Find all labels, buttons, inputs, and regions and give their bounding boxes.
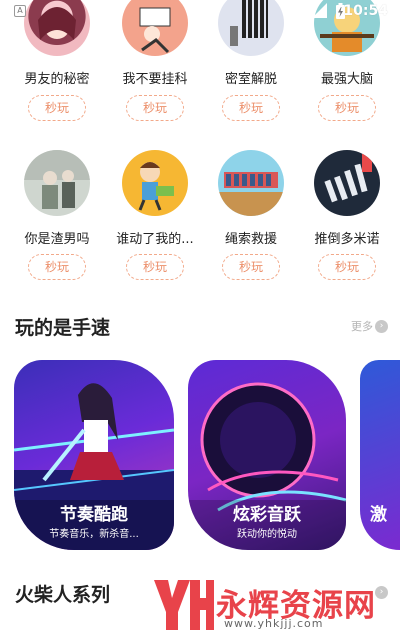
watermark-logo (154, 580, 214, 630)
game-thumbnail[interactable] (218, 150, 284, 216)
signal-icon (312, 3, 327, 18)
wifi-icon (288, 4, 306, 17)
status-bar: A 10:54 (0, 0, 400, 22)
instant-play-button[interactable]: 秒玩 (28, 254, 86, 280)
card-title: 节奏酷跑 (60, 505, 128, 525)
game-name: 我不要挂科 (122, 72, 188, 87)
game-thumbnail[interactable] (122, 150, 188, 216)
feature-card[interactable]: 节奏酷跑 节奏音乐，新杀音... (14, 360, 174, 550)
more-link[interactable]: › (375, 586, 388, 599)
instant-play-button[interactable]: 秒玩 (126, 254, 184, 280)
chevron-right-icon: › (375, 319, 388, 333)
instant-play-button[interactable]: 秒玩 (28, 95, 86, 121)
section-title-stickman: 火柴人系列 (15, 584, 111, 606)
instant-play-button[interactable]: 秒玩 (318, 254, 376, 280)
game-name: 密室解脱 (224, 72, 277, 87)
game-name: 男友的秘密 (24, 72, 90, 87)
game-item[interactable]: 你是渣男吗 秒玩 (14, 150, 108, 280)
section-title-speed: 玩的是手速 (15, 317, 111, 339)
game-name: 最强大脑 (320, 72, 373, 87)
card-subtitle: 节奏音乐，新杀音... (49, 529, 139, 540)
game-name: 推倒多米诺 (314, 232, 380, 247)
game-name: 你是渣男吗 (24, 232, 90, 247)
game-row-2: 你是渣男吗 秒玩 谁动了我的... 秒玩 绳索救援 秒玩 推倒多米诺 秒玩 (0, 150, 400, 280)
game-thumbnail[interactable] (314, 150, 380, 216)
more-label: 更多 (351, 320, 373, 333)
game-name: 谁动了我的... (116, 232, 194, 247)
clock: 10:54 (343, 3, 388, 19)
card-subtitle: 跃动你的悦动 (237, 529, 297, 540)
instant-play-button[interactable]: 秒玩 (222, 95, 280, 121)
watermark-url: www.yhkjjj.com (224, 617, 324, 630)
game-name: 绳索救援 (224, 232, 277, 247)
game-item[interactable]: 谁动了我的... 秒玩 (112, 150, 206, 280)
instant-play-button[interactable]: 秒玩 (318, 95, 376, 121)
instant-play-button[interactable]: 秒玩 (222, 254, 280, 280)
notification-icon: A (14, 5, 26, 17)
feature-card[interactable]: 激 (360, 360, 400, 550)
feature-card[interactable]: 炫彩音跃 跃动你的悦动 (188, 360, 346, 550)
game-item[interactable]: 推倒多米诺 秒玩 (304, 150, 398, 280)
card-title: 炫彩音跃 (233, 505, 301, 525)
game-item[interactable]: 绳索救援 秒玩 (208, 150, 302, 280)
more-link[interactable]: 更多 › (351, 318, 388, 334)
game-thumbnail[interactable] (24, 150, 90, 216)
instant-play-button[interactable]: 秒玩 (126, 95, 184, 121)
chevron-right-icon: › (375, 586, 388, 599)
card-title: 激 (370, 505, 387, 525)
